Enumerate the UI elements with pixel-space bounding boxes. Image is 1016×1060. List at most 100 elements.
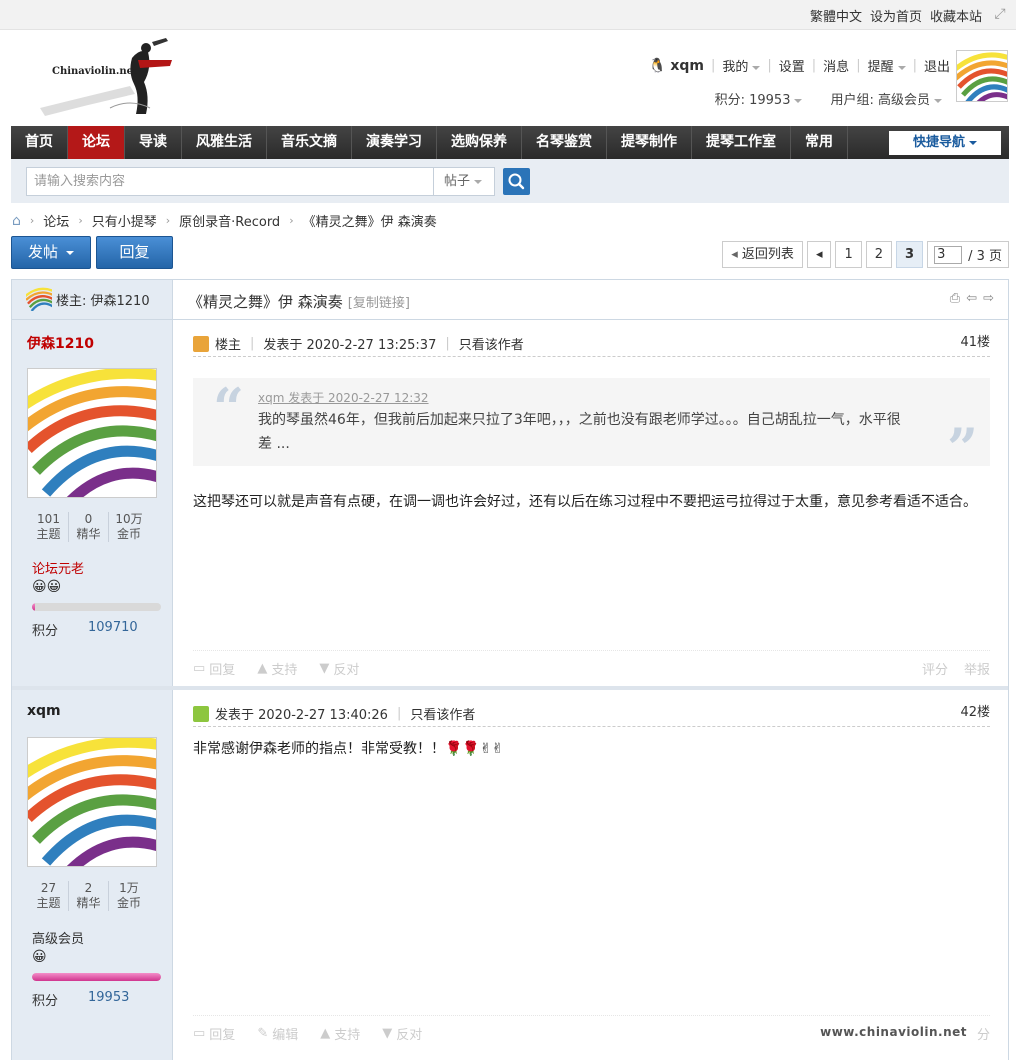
- rank-progress: [32, 603, 161, 611]
- oppose-action[interactable]: ▼ 反对: [382, 1024, 422, 1043]
- pencil-icon: ✎: [257, 1026, 269, 1041]
- breadcrumb-forum[interactable]: 论坛: [43, 211, 69, 230]
- post-time: 发表于 2020-2-27 13:25:37: [263, 338, 437, 353]
- nav-famous-violins[interactable]: 名琴鉴赏: [522, 126, 607, 159]
- prev-page-button[interactable]: ◂: [806, 241, 832, 268]
- author-rank[interactable]: 论坛元老: [32, 558, 84, 577]
- floor-number[interactable]: 42楼: [960, 701, 990, 720]
- stat-topics[interactable]: 27 主题: [29, 881, 69, 911]
- rate-action[interactable]: 分: [977, 1024, 990, 1043]
- settings-link[interactable]: 设置: [779, 56, 805, 75]
- page-total: / 3 页: [968, 249, 1002, 264]
- nav-music-digest[interactable]: 音乐文摘: [267, 126, 352, 159]
- floor-number[interactable]: 41楼: [960, 331, 990, 350]
- search-input[interactable]: 请输入搜索内容: [26, 167, 434, 196]
- reply-action[interactable]: ▭ 回复: [193, 659, 235, 678]
- quick-nav-button[interactable]: 快捷导航: [889, 131, 1001, 155]
- stat-coins[interactable]: 1万 金币: [109, 881, 149, 911]
- back-to-list-button[interactable]: ◂ 返回列表: [722, 241, 803, 268]
- pagination: ◂ 返回列表 ◂ 1 2 3 3 / 3 页: [722, 241, 1009, 268]
- oppose-action[interactable]: ▼ 反对: [319, 659, 359, 678]
- copy-link[interactable]: [复制链接]: [348, 296, 410, 311]
- site-logo[interactable]: Chinaviolin.net: [40, 38, 185, 120]
- reminders-menu[interactable]: 提醒: [868, 56, 906, 75]
- only-author-link[interactable]: 只看该作者: [410, 704, 475, 723]
- username-link[interactable]: xqm: [670, 58, 704, 74]
- print-icon[interactable]: ⎙: [950, 291, 960, 306]
- host-label: 楼主: 伊森1210: [56, 293, 150, 309]
- quote-source[interactable]: xqm 发表于 2020-2-27 12:32: [258, 389, 429, 406]
- author-rank[interactable]: 高级会员: [32, 928, 84, 947]
- messages-link[interactable]: 消息: [823, 56, 849, 75]
- post-content: 这把琴还可以就是声音有点硬，在调一调也许会好过，还有以后在练习过程中不要把运弓拉…: [193, 494, 977, 510]
- header-avatar[interactable]: [956, 50, 1008, 102]
- stat-digest[interactable]: 2 精华: [69, 881, 109, 911]
- logo-text: Chinaviolin.net: [52, 66, 138, 77]
- stat-digest[interactable]: 0 精华: [69, 512, 109, 542]
- logout-link[interactable]: 退出: [924, 56, 950, 75]
- post-author-name[interactable]: 伊森1210: [27, 333, 94, 353]
- qq-penguin-icon: 🐧: [648, 57, 667, 74]
- quote-block: “ xqm 发表于 2020-2-27 12:32 我的琴虽然46年，但我前后加…: [193, 376, 990, 480]
- breadcrumb-original-record[interactable]: 原创录音·Record: [179, 211, 280, 230]
- my-menu[interactable]: 我的: [722, 56, 761, 75]
- points-menu[interactable]: 积分: 19953: [715, 89, 803, 108]
- rainbow-avatar-icon: [957, 52, 1007, 101]
- nav-home[interactable]: 首页: [11, 126, 68, 159]
- nav-guide[interactable]: 导读: [125, 126, 182, 159]
- nav-violin-studio[interactable]: 提琴工作室: [692, 126, 791, 159]
- support-action[interactable]: ▲ 支持: [257, 659, 297, 678]
- breadcrumb-violin-only[interactable]: 只有小提琴: [92, 211, 157, 230]
- post-author-panel: xqm 27 主题 2 精华 1万 金币 高级会员 😀 积分 19953: [12, 690, 173, 1060]
- stat-coins[interactable]: 10万 金币: [109, 512, 149, 542]
- user-info-bar: 积分: 19953 用户组: 高级会员: [715, 89, 942, 108]
- next-thread-icon[interactable]: ⇨: [983, 291, 994, 306]
- post-author-avatar[interactable]: [27, 737, 157, 867]
- thread-host: 楼主: 伊森1210: [26, 287, 150, 311]
- post-time: 发表于 2020-2-27 13:40:26: [215, 708, 388, 723]
- online-status-icon: [193, 705, 209, 722]
- post-actions: ▭ 回复 ▲ 支持 ▼ 反对 评分 举报: [193, 650, 990, 686]
- breadcrumb-thread[interactable]: 《精灵之舞》伊 森演奏: [303, 211, 437, 230]
- home-icon[interactable]: ⌂: [12, 213, 21, 229]
- post-meta: 发表于 2020-2-27 13:40:26 | 只看该作者 42楼: [193, 701, 990, 727]
- nav-performance-study[interactable]: 演奏学习: [352, 126, 437, 159]
- page-1[interactable]: 1: [835, 241, 862, 268]
- nav-buying-care[interactable]: 选购保养: [437, 126, 522, 159]
- new-post-button[interactable]: 发帖: [11, 236, 91, 269]
- nav-elegant-life[interactable]: 风雅生活: [182, 126, 267, 159]
- host-avatar[interactable]: [26, 287, 52, 311]
- rate-action[interactable]: 评分: [922, 659, 948, 678]
- page-jump-input[interactable]: 3: [934, 245, 963, 264]
- stat-topics[interactable]: 101 主题: [29, 512, 69, 542]
- only-author-link[interactable]: 只看该作者: [459, 334, 524, 353]
- search-button[interactable]: [503, 168, 530, 195]
- support-action[interactable]: ▲ 支持: [320, 1024, 360, 1043]
- post-content: 非常感谢伊森老师的指点！非常受教！！🌹🌹✌✌: [193, 741, 504, 757]
- nav-forum[interactable]: 论坛: [68, 126, 125, 159]
- search-type-select[interactable]: 帖子: [434, 167, 495, 196]
- set-homepage-link[interactable]: 设为首页: [870, 6, 922, 25]
- breadcrumb: ⌂ › 论坛 › 只有小提琴 › 原创录音·Record › 《精灵之舞》伊 森…: [12, 211, 437, 231]
- post-author-avatar[interactable]: [27, 368, 157, 498]
- bookmark-site-link[interactable]: 收藏本站: [930, 6, 982, 25]
- fullscreen-icon[interactable]: ⤢: [992, 6, 1008, 22]
- post-author-name[interactable]: xqm: [27, 703, 61, 719]
- rank-stars-icon: 😀😀: [32, 579, 62, 595]
- top-bar: 繁體中文 设为首页 收藏本站 ⤢: [0, 0, 1016, 30]
- edit-action[interactable]: ✎ 编辑: [257, 1024, 298, 1043]
- traditional-chinese-link[interactable]: 繁體中文: [810, 6, 862, 25]
- host-tag: 楼主: [215, 338, 242, 353]
- nav-violin-making[interactable]: 提琴制作: [607, 126, 692, 159]
- prev-thread-icon[interactable]: ⇦: [966, 291, 977, 306]
- page-2[interactable]: 2: [865, 241, 893, 268]
- site-watermark: www.chinaviolin.net: [820, 1025, 967, 1039]
- reply-action[interactable]: ▭ 回复: [193, 1024, 235, 1043]
- user-group-menu[interactable]: 用户组: 高级会员: [830, 89, 942, 108]
- rainbow-avatar-icon: [28, 738, 156, 866]
- thread-tools: ⎙ ⇦ ⇨: [950, 291, 994, 306]
- report-action[interactable]: 举报: [964, 659, 990, 678]
- reply-icon: ▭: [193, 661, 206, 676]
- reply-button[interactable]: 回复: [96, 236, 173, 269]
- nav-common[interactable]: 常用: [791, 126, 848, 159]
